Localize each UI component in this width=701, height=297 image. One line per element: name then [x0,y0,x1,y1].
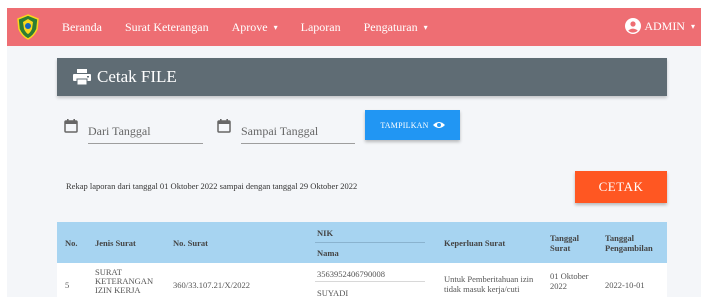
show-button[interactable]: TAMPILKAN [365,110,460,140]
top-navbar: Beranda Surat Keterangan Aprove ▾ Laporan… [7,8,701,46]
header-nik: NIK [317,228,334,238]
header-jenis-surat: Jenis Surat [95,238,136,248]
cell-tanggal-surat: 01 Oktober 2022 [550,271,589,291]
printer-icon [73,69,91,85]
table-row: 5 SURAT KETERANGAN IZIN KERJA 360/33.107… [57,263,667,297]
cell-nik: 3563952406790008 [317,269,385,279]
cell-jenis-surat: SURAT KETERANGAN IZIN KERJA [95,267,154,295]
report-range-text: Rekap laporan dari tanggal 01 Oktober 20… [66,181,358,191]
date-to-placeholder: Sampai Tanggal [241,124,319,138]
date-from-field[interactable]: Dari Tanggal [64,119,203,144]
eye-icon [432,122,445,128]
caret-down-icon: ▾ [423,22,428,32]
report-table: No. Jenis Surat No. Surat NIK Nama Keper… [57,222,667,297]
header-no-surat: No. Surat [173,238,208,248]
cell-keperluan: Untuk Pemberitahuan izin tidak masuk ker… [444,274,534,294]
show-button-label: TAMPILKAN [380,120,429,130]
cell-no: 5 [65,280,70,290]
nav-beranda[interactable]: Beranda [62,20,102,35]
date-to-field[interactable]: Sampai Tanggal [217,119,355,144]
cell-tanggal-pengambilan: 2022-10-01 [605,280,645,290]
date-from-underline [88,143,203,144]
cell-no-surat: 360/33.107.21/X/2022 [173,280,250,290]
header-no: No. [65,238,78,248]
caret-down-icon: ▾ [690,21,695,31]
date-to-underline [241,143,355,144]
table-header: No. Jenis Surat No. Surat NIK Nama Keper… [57,222,667,263]
user-menu[interactable]: ADMIN ▾ [625,18,695,34]
header-keperluan: Keperluan Surat [444,238,506,248]
print-button-label: CETAK [598,179,644,194]
caret-down-icon: ▾ [273,22,278,32]
nav-laporan[interactable]: Laporan [301,20,341,35]
cell-divider [315,281,425,282]
page-title: Cetak FILE [97,67,177,86]
date-from-placeholder: Dari Tanggal [88,124,151,138]
cell-nama: SUYADI [317,288,349,297]
logo-icon[interactable] [15,14,41,40]
account-circle-icon [625,18,642,34]
header-tanggal-surat: Tanggal Surat [550,233,579,253]
nav-aprove[interactable]: Aprove ▾ [232,20,278,35]
print-button[interactable]: CETAK [575,171,667,203]
user-label: ADMIN [644,18,685,33]
header-nama: Nama [317,248,339,258]
nav-surat-keterangan[interactable]: Surat Keterangan [125,20,209,35]
page-header: Cetak FILE [57,58,667,96]
nav-pengaturan[interactable]: Pengaturan ▾ [364,20,428,35]
header-tanggal-pengambilan: Tanggal Pengambilan [605,233,653,253]
calendar-icon [64,119,78,133]
calendar-icon [217,119,231,133]
header-divider [315,242,425,243]
